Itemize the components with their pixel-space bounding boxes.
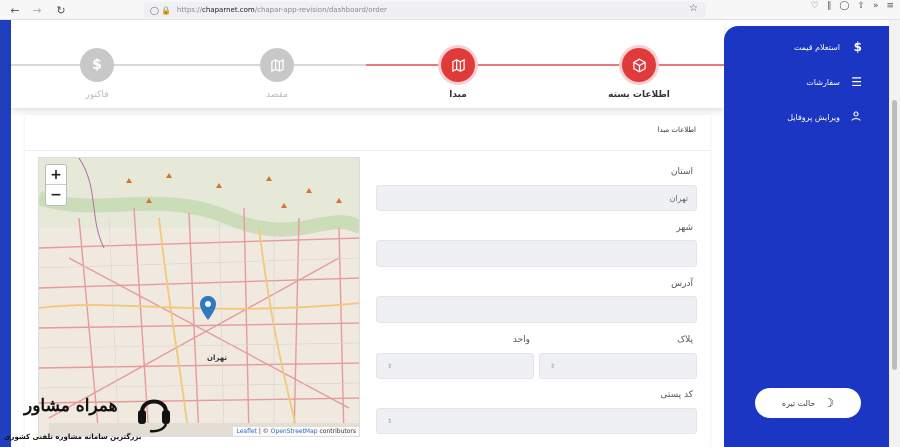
pocket-icon[interactable]: ♡ (811, 1, 819, 11)
unit-label: واحد (512, 335, 530, 345)
forward-icon[interactable]: → (28, 1, 46, 19)
step-invoice-icon[interactable]: $ (80, 48, 114, 82)
province-value: تهران (669, 193, 688, 203)
step-destination-icon[interactable] (260, 48, 294, 82)
headset-logo-icon (138, 399, 170, 433)
browser-extensions: ♡ ∥ ◯ ⇧ » ≡ (811, 1, 894, 11)
watermark-logo: همراه مشاور بزرگترین سامانه مشاوره تلفنی… (0, 388, 180, 447)
account-icon[interactable]: ◯ (839, 1, 849, 11)
dark-mode-button[interactable]: حالت تیره ☽ (755, 388, 861, 418)
postal-code-label: کد پستی (660, 390, 693, 400)
address-label: آدرس (671, 279, 693, 289)
card-title: اطلاعات مبدا (657, 126, 696, 134)
osm-link[interactable]: OpenStreetMap (271, 428, 318, 435)
address-bar[interactable]: ◯ 🔒 https://chaparnet.com/chapar-app-rev… (144, 2, 706, 18)
left-accent-strip (0, 20, 11, 447)
attribution-tail: contributors (317, 428, 357, 435)
step-destination-label: مقصد (266, 90, 288, 100)
shield-icon: ◯ (150, 5, 159, 15)
moon-icon: ☽ (823, 396, 835, 410)
postal-code-input[interactable]: ⇕ (376, 408, 697, 434)
step-packet-icon[interactable] (622, 48, 656, 82)
spinner-icon[interactable]: ⇕ (387, 363, 392, 370)
stepper-line-active (366, 64, 724, 66)
plaque-input[interactable]: ⇕ (539, 353, 697, 379)
province-field[interactable]: تهران (376, 185, 697, 211)
bookmark-star-icon[interactable]: ☆ (689, 3, 698, 14)
spinner-icon[interactable]: ⇕ (550, 363, 555, 370)
user-icon (850, 110, 862, 125)
order-stepper: اطلاعات بسته مبدا مقصد $ فاکتور (11, 20, 724, 108)
browser-toolbar: ← → ↻ ◯ 🔒 https://chaparnet.com/chapar-a… (0, 0, 900, 20)
step-origin-label: مبدا (449, 90, 467, 100)
step-invoice-label: فاکتور (85, 90, 109, 100)
map-pin-icon[interactable] (200, 296, 216, 324)
map-city-label: تهران (207, 354, 227, 362)
zoom-controls: + − (45, 164, 67, 206)
step-origin-icon[interactable] (441, 48, 475, 82)
sidebar-item-label: استعلام قیمت (793, 42, 840, 52)
step-packet-label: اطلاعات بسته (608, 90, 670, 100)
city-field[interactable] (376, 240, 697, 267)
leaflet-link[interactable]: Leaflet (236, 428, 256, 435)
overflow-icon[interactable]: » (873, 1, 879, 11)
watermark-subtitle: بزرگترین سامانه مشاوره تلفنی کشوری (4, 433, 142, 441)
sidebar-item-edit-profile[interactable]: ویرایش پروفایل (724, 105, 890, 129)
unit-input[interactable]: ⇕ (376, 353, 534, 379)
dark-mode-label: حالت تیره (781, 398, 816, 408)
map-attribution: Leaflet | © OpenStreetMap contributors (233, 427, 359, 436)
plaque-label: پلاک (677, 335, 693, 345)
back-icon[interactable]: ← (6, 1, 24, 19)
menu-icon[interactable]: ≡ (886, 1, 894, 11)
dollar-icon: $ (853, 40, 862, 54)
sidebar-item-price-inquiry[interactable]: استعلام قیمت $ (724, 35, 890, 59)
zoom-in-button[interactable]: + (46, 165, 66, 185)
stepper-line-inactive (11, 64, 366, 66)
address-field[interactable] (376, 296, 697, 323)
sidebar-item-orders[interactable]: سفارشات ☰ (724, 70, 890, 94)
sidebar-item-label: سفارشات (806, 77, 840, 87)
province-label: استان (670, 167, 693, 177)
watermark-title: همراه مشاور (24, 396, 118, 416)
share-icon[interactable]: ⇧ (857, 1, 865, 11)
spinner-icon[interactable]: ⇕ (387, 418, 392, 425)
reload-icon[interactable]: ↻ (52, 1, 70, 19)
library-icon[interactable]: ∥ (827, 1, 832, 11)
zoom-out-button[interactable]: − (46, 185, 66, 205)
url-text: https://chaparnet.com/chapar-app-revisio… (176, 6, 387, 14)
sidebar-item-label: ویرایش پروفایل (787, 112, 840, 122)
lock-icon: 🔒 (160, 5, 171, 15)
city-label: شهر (676, 223, 693, 233)
divider (25, 150, 710, 151)
scrollbar-thumb[interactable] (892, 100, 897, 370)
attribution-separator: | © (256, 428, 271, 435)
list-icon: ☰ (851, 75, 862, 89)
